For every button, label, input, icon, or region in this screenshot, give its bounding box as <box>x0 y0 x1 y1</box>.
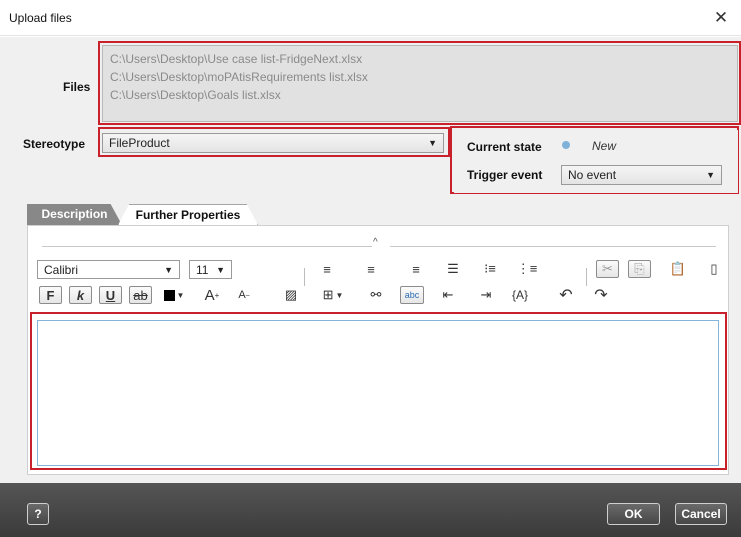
textarea-highlight <box>30 312 727 470</box>
stereotype-value: FileProduct <box>109 136 170 150</box>
state-panel: Current state New Trigger event No event… <box>454 130 738 193</box>
files-label: Files <box>63 80 91 94</box>
align-right-icon[interactable]: ≡ <box>405 260 427 278</box>
file-path: C:\Users\Desktop\Use case list-FridgeNex… <box>110 52 363 66</box>
color-swatch <box>163 289 175 301</box>
paste-icon[interactable]: 📋 <box>667 260 689 278</box>
bullet-list-icon[interactable]: ⁝≡ <box>479 260 501 278</box>
redo-icon[interactable]: ↷ <box>590 286 612 304</box>
insert-link-icon[interactable]: ⚯ <box>365 286 387 304</box>
tab-description[interactable]: Description <box>27 204 122 225</box>
toolbar-separator <box>586 268 587 286</box>
trigger-event-value: No event <box>568 168 617 182</box>
files-list: C:\Users\Desktop\Use case list-FridgeNex… <box>102 45 738 122</box>
stereotype-label: Stereotype <box>23 137 86 151</box>
font-family-select[interactable]: Calibri ▼ <box>37 260 180 279</box>
spellcheck-button[interactable]: abc <box>400 286 424 304</box>
font-size-select[interactable]: 11 ▼ <box>189 260 232 279</box>
shrink-font-icon[interactable]: A – <box>234 286 254 304</box>
font-family-value: Calibri <box>44 263 79 277</box>
numbered-list-icon[interactable]: ⋮≡ <box>516 260 538 278</box>
current-state-label: Current state <box>467 140 542 154</box>
help-button[interactable]: ? <box>27 503 49 525</box>
align-left-icon[interactable]: ≡ <box>316 260 338 278</box>
chevron-down-icon: ▼ <box>428 138 437 148</box>
chevron-down-icon: ▼ <box>335 290 344 300</box>
copy-icon[interactable]: ⎘ <box>628 260 651 278</box>
cut-icon[interactable]: ✂ <box>596 260 619 278</box>
font-color-button[interactable]: ▼ <box>161 286 187 304</box>
strikethrough-button[interactable]: ab <box>129 286 152 304</box>
chevron-down-icon: ▼ <box>164 265 173 275</box>
ok-button[interactable]: OK <box>607 503 660 525</box>
outdent-icon[interactable]: ⇤ <box>437 286 459 304</box>
more-icon[interactable]: ▯ <box>708 260 720 278</box>
toolbar-row-1: Calibri ▼ 11 ▼ ≡ ≡ ≡ ☰ ⁝≡ ⋮≡ ✂ ⎘ 📋 ▯ <box>28 260 730 286</box>
cancel-button[interactable]: Cancel <box>675 503 727 525</box>
indent-icon[interactable]: ⇥ <box>475 286 497 304</box>
insert-variable-button[interactable]: {A} <box>506 286 534 304</box>
italic-button[interactable]: k <box>69 286 92 304</box>
current-state-value: New <box>592 139 617 153</box>
dialog-titlebar: Upload files ✕ <box>0 0 741 36</box>
chevron-down-icon: ▼ <box>706 170 715 180</box>
underline-button[interactable]: U <box>99 286 122 304</box>
insert-table-icon[interactable]: ⊞ ▼ <box>318 286 348 304</box>
font-size-value: 11 <box>196 263 209 277</box>
toolbar-separator <box>304 268 305 286</box>
chevron-down-icon: ▼ <box>176 290 185 300</box>
stereotype-select[interactable]: FileProduct ▼ <box>102 133 444 153</box>
toolbar-divider <box>42 246 372 247</box>
tab-further-properties[interactable]: Further Properties <box>118 204 258 225</box>
grow-font-icon[interactable]: A + <box>202 286 222 304</box>
bold-button[interactable]: F <box>39 286 62 304</box>
insert-image-icon[interactable]: ▨ <box>280 286 302 304</box>
toolbar-row-2: F k U ab ▼ A + A – ▨ ⊞ ▼ ⚯ abc ⇤ ⇥ {A} ↶ ↷ <box>28 286 730 308</box>
trigger-event-label: Trigger event <box>467 168 543 182</box>
file-path: C:\Users\Desktop\Goals list.xlsx <box>110 88 281 102</box>
collapse-icon[interactable]: ^ <box>373 237 378 248</box>
file-path: C:\Users\Desktop\moPAtisRequirements lis… <box>110 70 368 84</box>
close-icon[interactable]: ✕ <box>711 8 731 28</box>
dialog-body: Files C:\Users\Desktop\Use case list-Fri… <box>0 37 741 483</box>
dialog-footer: ? OK Cancel <box>0 483 741 537</box>
dialog-title: Upload files <box>9 11 72 25</box>
align-center-icon[interactable]: ≡ <box>360 260 382 278</box>
undo-icon[interactable]: ↶ <box>555 286 577 304</box>
state-dot-icon <box>562 141 570 149</box>
chevron-down-icon: ▼ <box>216 265 225 275</box>
toolbar-divider <box>390 246 716 247</box>
trigger-event-select[interactable]: No event ▼ <box>561 165 722 185</box>
align-justify-icon[interactable]: ☰ <box>442 260 464 278</box>
